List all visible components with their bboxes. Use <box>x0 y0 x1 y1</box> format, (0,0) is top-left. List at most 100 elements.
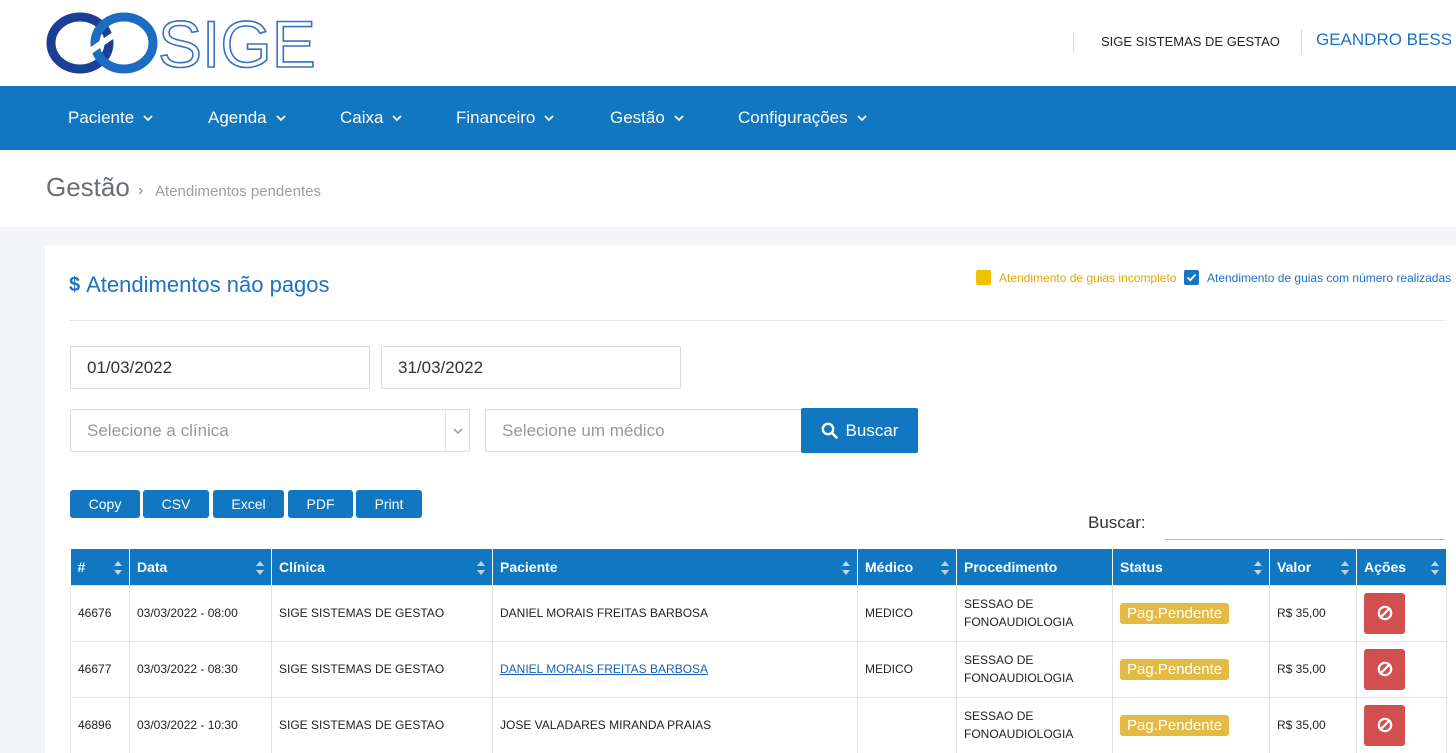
nav-label: Agenda <box>208 108 267 127</box>
col-header-clinic[interactable]: Clínica <box>271 549 493 585</box>
nav-gestao[interactable]: Gestão <box>610 86 685 150</box>
nav-label: Configurações <box>738 108 848 127</box>
breadcrumb: Gestão › Atendimentos pendentes <box>0 150 1456 227</box>
legend-incomplete-label: Atendimento de guias incompleto <box>999 270 1177 285</box>
col-header-label: Clínica <box>279 558 325 575</box>
sort-icon <box>114 561 122 575</box>
ban-icon <box>1377 717 1392 733</box>
legend-incomplete: Atendimento de guias incompleto <box>976 270 1176 285</box>
col-header-actions[interactable]: Ações <box>1356 549 1447 585</box>
appointments-table: # Data Clínica Paciente Médico Procedime… <box>70 549 1447 753</box>
table-row: 46896 03/03/2022 - 10:30 SIGE SISTEMAS D… <box>70 696 1447 753</box>
export-pdf-button[interactable]: PDF <box>288 490 353 518</box>
card-title: $ Atendimentos não pagos <box>69 272 330 298</box>
nav-caixa[interactable]: Caixa <box>340 86 403 150</box>
nav-financeiro[interactable]: Financeiro <box>456 86 555 150</box>
col-header-value[interactable]: Valor <box>1269 549 1357 585</box>
status-badge: Pag.Pendente <box>1120 714 1230 736</box>
procedure-line: FONOAUDIOLOGIA <box>964 671 1074 685</box>
cell-patient: JOSE VALADARES MIRANDA PRAIAS <box>492 696 858 753</box>
col-header-date[interactable]: Data <box>129 549 272 585</box>
ban-icon <box>1377 605 1392 621</box>
col-header-label: Ações <box>1364 558 1407 575</box>
col-header-label: Data <box>137 558 168 575</box>
cancel-button[interactable] <box>1364 592 1405 634</box>
search-button[interactable]: Buscar <box>801 408 918 453</box>
procedure-line: SESSAO DE <box>964 653 1034 667</box>
sort-icon <box>941 561 949 575</box>
sort-icon <box>477 561 485 575</box>
user-menu[interactable]: GEANDRO BESS <box>1316 28 1452 52</box>
cell-procedure: SESSAO DE FONOAUDIOLOGIA <box>956 640 1113 698</box>
cell-status: Pag.Pendente <box>1112 584 1270 642</box>
clinic-select[interactable]: Selecione a clínica <box>70 409 470 452</box>
cell-actions <box>1356 640 1447 698</box>
cell-value: R$ 35,00 <box>1269 696 1357 753</box>
table-row: 46677 03/03/2022 - 08:30 SIGE SISTEMAS D… <box>70 640 1447 698</box>
col-header-label: Status <box>1120 558 1163 575</box>
table-search-label: Buscar: <box>1088 513 1146 532</box>
search-button-label: Buscar <box>845 420 899 440</box>
procedure-line: SESSAO DE <box>964 709 1034 723</box>
procedure-line: FONOAUDIOLOGIA <box>964 615 1074 629</box>
cell-date: 03/03/2022 - 08:30 <box>129 640 272 698</box>
cell-doctor <box>857 696 957 753</box>
nav-agenda[interactable]: Agenda <box>208 86 287 150</box>
logo-text: SIGE <box>158 10 314 76</box>
export-print-button[interactable]: Print <box>356 490 422 518</box>
cell-date: 03/03/2022 - 08:00 <box>129 584 272 642</box>
sort-icon <box>842 561 850 575</box>
col-header-patient[interactable]: Paciente <box>492 549 858 585</box>
cancel-button[interactable] <box>1364 648 1405 690</box>
col-header-procedure[interactable]: Procedimento <box>956 549 1113 585</box>
col-header-doctor[interactable]: Médico <box>857 549 957 585</box>
date-to-input[interactable] <box>381 346 681 389</box>
table-row: 46676 03/03/2022 - 08:00 SIGE SISTEMAS D… <box>70 584 1447 642</box>
export-csv-button[interactable]: CSV <box>143 490 209 518</box>
nav-paciente[interactable]: Paciente <box>68 86 154 150</box>
legend-done: Atendimento de guias com número realizad… <box>1184 270 1451 285</box>
card-divider <box>69 320 1445 321</box>
cell-actions <box>1356 584 1447 642</box>
nav-label: Financeiro <box>456 108 536 127</box>
export-copy-button[interactable]: Copy <box>70 490 140 518</box>
col-header-id[interactable]: # <box>70 549 130 585</box>
patient-link[interactable]: DANIEL MORAIS FREITAS BARBOSA <box>500 662 708 676</box>
main-navbar: Paciente Agenda Caixa Financeiro Gestão … <box>0 86 1456 150</box>
chevron-down-icon <box>143 115 153 122</box>
cell-doctor: MEDICO <box>857 640 957 698</box>
header-divider <box>1301 30 1302 54</box>
nav-configuracoes[interactable]: Configurações <box>738 86 868 150</box>
cancel-button[interactable] <box>1364 704 1405 746</box>
col-header-status[interactable]: Status <box>1112 549 1270 585</box>
breadcrumb-current: Atendimentos pendentes <box>155 183 321 200</box>
search-icon <box>821 422 838 439</box>
cell-actions <box>1356 696 1447 753</box>
ban-icon <box>1377 661 1392 677</box>
sort-icon <box>1341 561 1349 575</box>
sige-logo[interactable]: SIGE <box>44 10 314 76</box>
chevron-down-icon <box>392 115 403 122</box>
table-search-input[interactable] <box>1165 506 1445 540</box>
breadcrumb-title[interactable]: Gestão <box>46 172 130 203</box>
procedure-line: FONOAUDIOLOGIA <box>964 727 1074 741</box>
cell-patient: DANIEL MORAIS FREITAS BARBOSA <box>492 584 858 642</box>
checkbox-checked-icon <box>1184 270 1199 285</box>
chevron-down-icon <box>856 115 867 122</box>
procedure-line: SESSAO DE <box>964 597 1034 611</box>
cell-id: 46896 <box>70 696 130 753</box>
cell-value: R$ 35,00 <box>1269 640 1357 698</box>
yellow-square-icon <box>976 270 991 285</box>
content-card: $ Atendimentos não pagos Atendimento de … <box>45 246 1456 753</box>
export-excel-button[interactable]: Excel <box>213 490 284 518</box>
col-header-label: Procedimento <box>964 558 1058 575</box>
date-from-input[interactable] <box>70 346 370 389</box>
cell-clinic: SIGE SISTEMAS DE GESTAO <box>271 696 493 753</box>
breadcrumb-separator-icon: › <box>138 182 144 199</box>
sort-icon <box>1254 561 1262 575</box>
top-header: SIGE SIGE SISTEMAS DE GESTAO GEANDRO BES… <box>0 0 1456 86</box>
table-header-row: # Data Clínica Paciente Médico Procedime… <box>70 549 1447 585</box>
chevron-down-icon <box>275 115 286 122</box>
cell-clinic: SIGE SISTEMAS DE GESTAO <box>271 584 493 642</box>
cell-date: 03/03/2022 - 10:30 <box>129 696 272 753</box>
